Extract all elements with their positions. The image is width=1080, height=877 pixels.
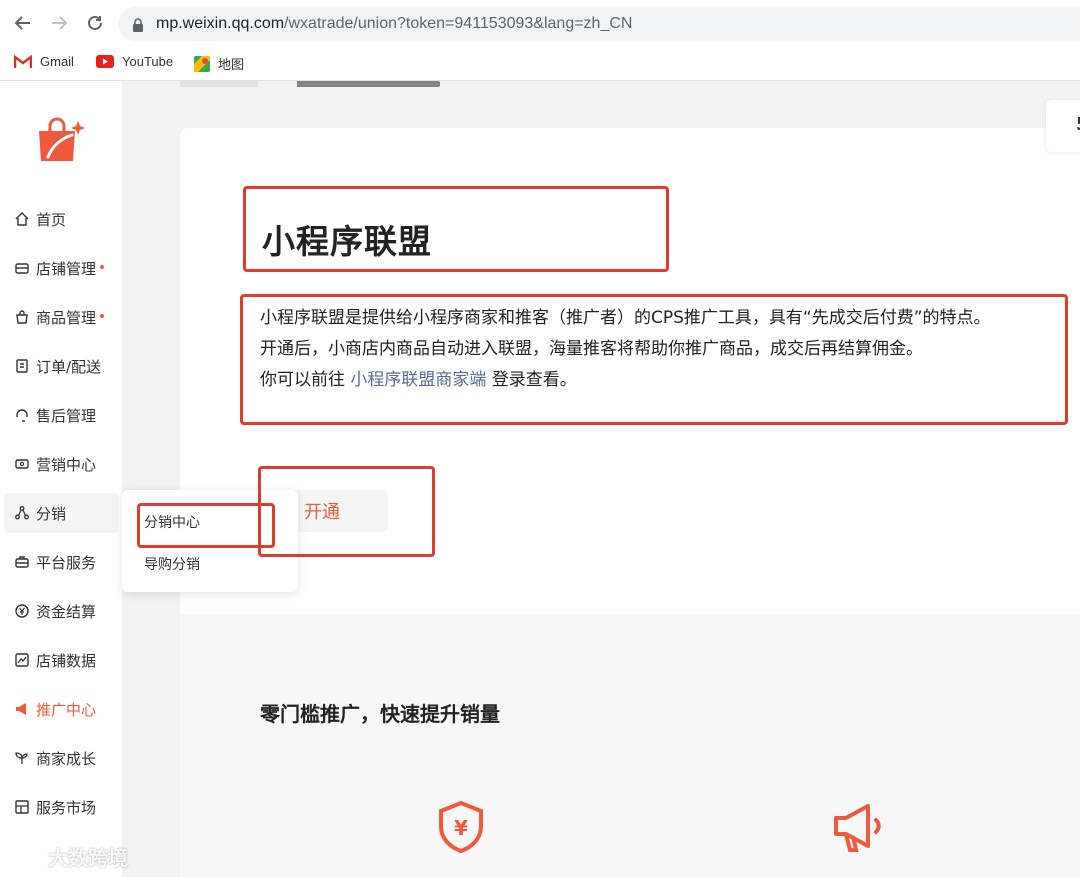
sidebar-item-3[interactable]: 商品管理 (4, 297, 118, 337)
sidebar-item-9[interactable]: 资金结算 (4, 591, 118, 631)
sidebar-item-label: 服务市场 (36, 798, 97, 817)
right-side-tab[interactable]: 5 (1046, 100, 1080, 152)
bookmarks-bar: Gmail YouTube 地图 (0, 46, 1080, 81)
sidebar-item-label: 店铺管理 (36, 259, 97, 278)
sidebar-item-13[interactable]: 服务市场 (4, 787, 118, 827)
sidebar-item-8[interactable]: 平台服务 (4, 542, 118, 582)
svg-text:¥: ¥ (454, 816, 468, 840)
annotation-box-title (243, 186, 669, 272)
chart-icon (14, 652, 30, 668)
address-bar[interactable]: mp.weixin.qq.com/wxatrade/union?token=94… (118, 7, 1080, 41)
sidebar-item-label: 售后管理 (36, 406, 97, 425)
notification-dot (100, 314, 105, 318)
watermark-logo (8, 845, 46, 867)
sidebar-item-label: 推广中心 (36, 700, 97, 719)
bookmark-label: YouTube (122, 54, 174, 69)
annotation-box-submenu (137, 503, 275, 548)
watermark-text: 大数跨境 (48, 846, 128, 870)
maps-icon (194, 55, 210, 72)
sidebar-item-label: 店铺数据 (36, 651, 97, 670)
headset-icon (14, 407, 30, 423)
forward-arrow-icon[interactable] (48, 12, 70, 34)
sidebar-item-label: 资金结算 (36, 602, 97, 621)
bookmark-label: 地图 (218, 57, 245, 72)
market-icon (14, 799, 30, 815)
gmail-icon (14, 54, 32, 68)
sidebar-item-label: 商家成长 (36, 749, 97, 768)
sidebar-item-12[interactable]: 商家成长 (4, 738, 118, 778)
sidebar-item-label: 首页 (36, 210, 67, 229)
home-icon (14, 211, 30, 227)
share-icon (14, 505, 30, 521)
bookmark-label: Gmail (40, 54, 74, 69)
reload-icon[interactable] (84, 12, 106, 34)
sidebar-item-1[interactable]: 首页 (4, 199, 118, 239)
submenu-item-shopping-guide[interactable]: 导购分销 (144, 554, 200, 574)
notification-dot (100, 265, 105, 269)
bookmark-gmail[interactable]: Gmail (14, 54, 74, 69)
sidebar-item-label: 订单/配送 (36, 357, 102, 376)
bookmark-maps[interactable]: 地图 (194, 54, 244, 73)
back-arrow-icon[interactable] (12, 12, 34, 34)
bookmark-youtube[interactable]: YouTube (96, 54, 173, 69)
sidebar-item-11[interactable]: 推广中心 (4, 689, 118, 729)
browser-toolbar: mp.weixin.qq.com/wxatrade/union?token=94… (0, 0, 1080, 46)
yen-shield-icon: ¥ (436, 800, 486, 858)
sidebar-item-label: 营销中心 (36, 455, 97, 474)
sidebar-item-label: 商品管理 (36, 308, 97, 327)
sidebar-item-4[interactable]: 订单/配送 (4, 346, 118, 386)
sidebar-item-label: 平台服务 (36, 553, 97, 572)
yen-icon (14, 603, 30, 619)
order-icon (14, 358, 30, 374)
bag-icon (14, 309, 30, 325)
sidebar-item-6[interactable]: 营销中心 (4, 444, 118, 484)
store-icon (14, 260, 30, 276)
annotation-box-open-button (258, 466, 435, 557)
watermark: 大数跨境 (8, 842, 128, 871)
briefcase-icon (14, 554, 30, 570)
shop-logo (36, 117, 86, 167)
youtube-icon (96, 55, 114, 68)
url-host: mp.weixin.qq.com (156, 15, 285, 32)
url-path: /wxatrade/union?token=941153093&lang=zh_… (284, 15, 633, 32)
url-text: mp.weixin.qq.com/wxatrade/union?token=94… (156, 15, 632, 33)
megaphone-icon (832, 802, 888, 858)
sidebar-item-5[interactable]: 售后管理 (4, 395, 118, 435)
section-title: 零门槛推广，快速提升销量 (260, 702, 500, 726)
lock-icon (132, 17, 144, 36)
sprout-icon (14, 750, 30, 766)
megaphone-icon (14, 701, 30, 717)
sidebar-item-10[interactable]: 店铺数据 (4, 640, 118, 680)
sidebar-item-7[interactable]: 分销 (4, 493, 118, 533)
faded-breadcrumb (180, 81, 480, 87)
sidebar-item-2[interactable]: 店铺管理 (4, 248, 118, 288)
ticket-icon (14, 456, 30, 472)
annotation-box-description (240, 294, 1068, 425)
sidebar-item-label: 分销 (36, 504, 67, 523)
features-section (180, 614, 1080, 877)
